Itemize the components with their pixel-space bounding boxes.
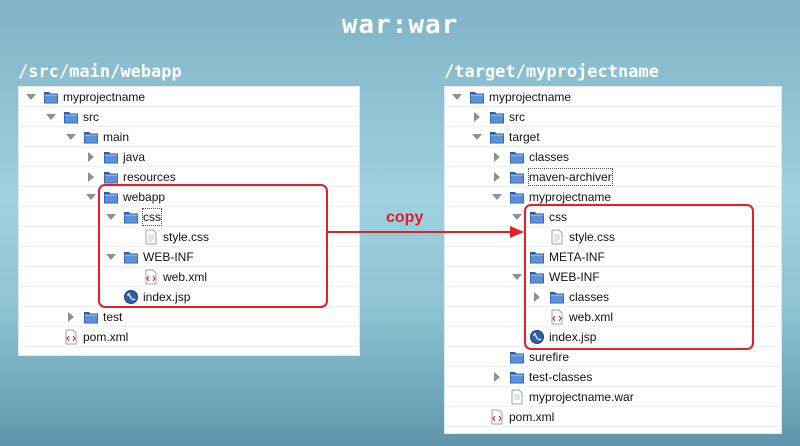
copy-label: copy [386,209,424,226]
